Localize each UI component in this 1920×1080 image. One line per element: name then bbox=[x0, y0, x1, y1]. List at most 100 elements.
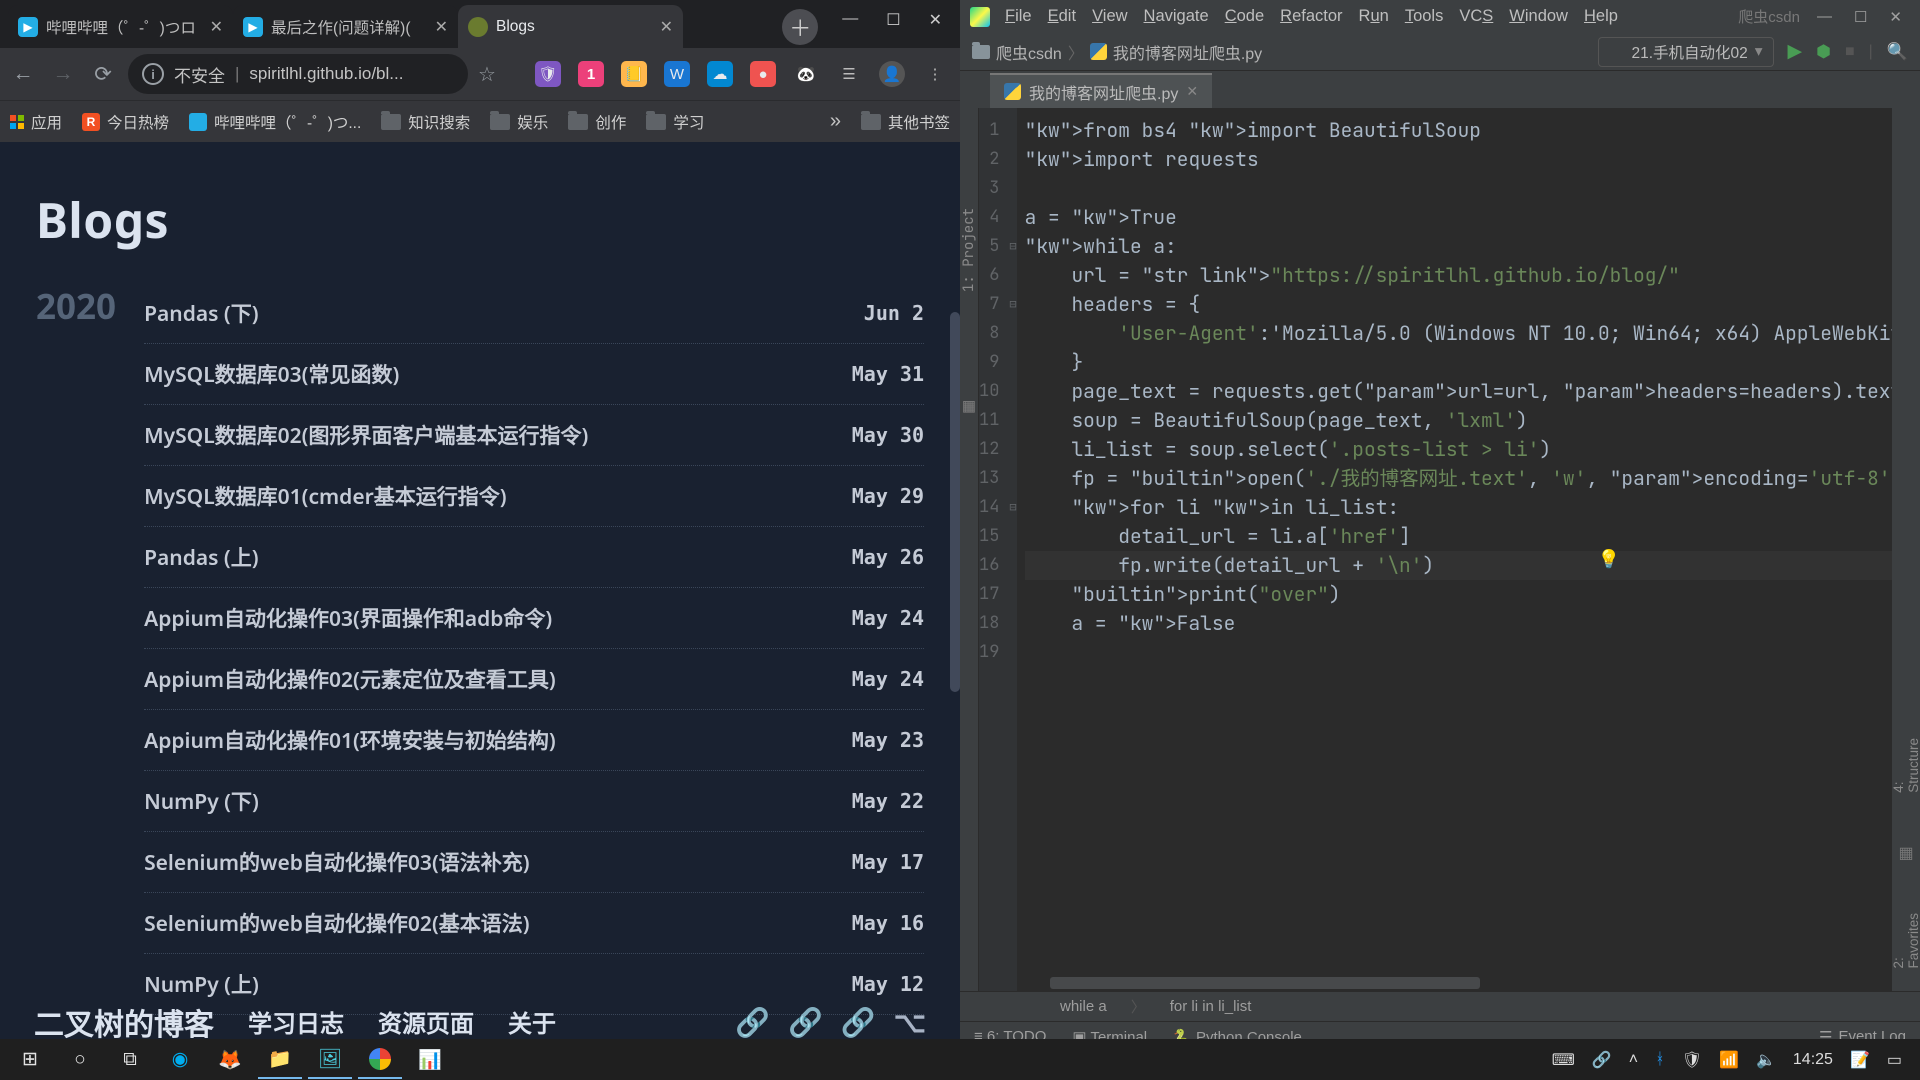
github-icon[interactable]: ⌥ bbox=[894, 1003, 926, 1041]
post-item[interactable]: Appium自动化操作03(界面操作和adb命令)May 24 bbox=[144, 588, 924, 649]
volume-icon[interactable]: 🔈 bbox=[1756, 1050, 1776, 1070]
ext-icon[interactable]: 1 bbox=[578, 61, 604, 87]
site-brand[interactable]: 二叉树的博客 bbox=[34, 1000, 214, 1044]
menu-refactor[interactable]: Refactor bbox=[1280, 7, 1342, 26]
window-maximize-button[interactable]: ☐ bbox=[1854, 8, 1867, 26]
code-area[interactable]: "kw">from bs4 "kw">import BeautifulSoup … bbox=[1017, 108, 1920, 991]
cortana-button[interactable]: ○ bbox=[58, 1040, 102, 1079]
tray-chevron-icon[interactable]: ˄ bbox=[1629, 1051, 1638, 1069]
nav-link[interactable]: 关于 bbox=[508, 1004, 556, 1040]
post-item[interactable]: Selenium的web自动化操作03(语法补充)May 17 bbox=[144, 832, 924, 893]
post-item[interactable]: Pandas (上)May 26 bbox=[144, 527, 924, 588]
taskbar-app[interactable]: 🖼 bbox=[308, 1040, 352, 1079]
ext-icon[interactable]: 🐼 bbox=[793, 61, 819, 87]
window-close-button[interactable]: ✕ bbox=[1889, 8, 1902, 26]
tray-icon[interactable]: ⌨ bbox=[1552, 1050, 1575, 1070]
post-item[interactable]: Appium自动化操作01(环境安装与初始结构)May 23 bbox=[144, 710, 924, 771]
post-item[interactable]: Appium自动化操作02(元素定位及查看工具)May 24 bbox=[144, 649, 924, 710]
window-minimize-button[interactable]: — bbox=[1817, 8, 1832, 26]
new-tab-button[interactable]: ＋ bbox=[782, 9, 818, 45]
menu-edit[interactable]: Edit bbox=[1048, 7, 1076, 26]
menu-navigate[interactable]: Navigate bbox=[1144, 7, 1209, 26]
browser-tab-1[interactable]: ▶ 最后之作(问题详解)( ✕ bbox=[233, 5, 458, 48]
post-item[interactable]: Pandas (下)Jun 2 bbox=[144, 283, 924, 344]
nav-link[interactable]: 资源页面 bbox=[378, 1004, 474, 1040]
bc-node[interactable]: for li in li_list bbox=[1170, 998, 1252, 1015]
bookmark-folder[interactable]: 娱乐 bbox=[490, 111, 548, 133]
ext-icon[interactable]: ● bbox=[750, 61, 776, 87]
bookmark-folder[interactable]: 学习 bbox=[646, 111, 704, 133]
window-maximize-button[interactable]: ☐ bbox=[886, 10, 900, 30]
tool-icon[interactable]: ▦ bbox=[963, 392, 975, 418]
search-everywhere-button[interactable]: 🔍 bbox=[1887, 42, 1908, 62]
bookmark-folder[interactable]: 知识搜索 bbox=[381, 111, 470, 133]
ext-icon[interactable]: ☁ bbox=[707, 61, 733, 87]
menu-vcs[interactable]: VCS bbox=[1459, 7, 1493, 26]
menu-window[interactable]: Window bbox=[1509, 7, 1568, 26]
close-icon[interactable]: ✕ bbox=[660, 17, 673, 37]
tray-icon[interactable]: 📝 bbox=[1850, 1050, 1870, 1070]
nav-link[interactable]: 学习日志 bbox=[248, 1004, 344, 1040]
editor-tab[interactable]: 我的博客网址爬虫.py ✕ bbox=[990, 73, 1212, 108]
debug-button[interactable]: ⬢ bbox=[1816, 42, 1831, 62]
apps-shortcut[interactable]: 应用 bbox=[10, 111, 62, 133]
ext-icon[interactable]: 📒 bbox=[621, 61, 647, 87]
menu-help[interactable]: Help bbox=[1584, 7, 1618, 26]
intention-bulb-icon[interactable]: 💡 bbox=[1598, 548, 1620, 571]
code-editor[interactable]: 1: Project ▦ 123456789101112131415161718… bbox=[960, 108, 1920, 991]
bookmark-item[interactable]: 哔哩哔哩（゜-゜)つ... bbox=[189, 111, 361, 133]
ext-icon[interactable]: 🛡 bbox=[535, 61, 561, 87]
taskbar-app[interactable]: 📊 bbox=[408, 1040, 452, 1079]
menu-run[interactable]: Run bbox=[1359, 7, 1389, 26]
close-icon[interactable]: ✕ bbox=[210, 17, 223, 37]
page-scrollbar[interactable] bbox=[950, 312, 960, 692]
tool-icon[interactable]: ▦ bbox=[1898, 843, 1913, 863]
info-icon[interactable]: i bbox=[142, 63, 164, 85]
link-icon[interactable]: 🔗 bbox=[735, 1003, 770, 1041]
bc-node[interactable]: while a bbox=[1060, 998, 1107, 1015]
project-tool-button[interactable]: 1: Project bbox=[960, 208, 978, 292]
ext-icon[interactable]: W bbox=[664, 61, 690, 87]
link-icon[interactable]: 🔗 bbox=[841, 1003, 876, 1041]
post-item[interactable]: MySQL数据库01(cmder基本运行指令)May 29 bbox=[144, 466, 924, 527]
browser-tab-0[interactable]: ▶ 哔哩哔哩（゜-゜)つロ ✕ bbox=[8, 5, 233, 48]
clock[interactable]: 14:25 bbox=[1793, 1051, 1833, 1069]
close-icon[interactable]: ✕ bbox=[1186, 83, 1198, 100]
taskbar-app[interactable] bbox=[358, 1040, 402, 1079]
taskbar-app[interactable]: ◉ bbox=[158, 1040, 202, 1079]
bookmarks-overflow-button[interactable]: » bbox=[830, 110, 841, 133]
editor-h-scrollbar[interactable] bbox=[1050, 977, 1480, 989]
other-bookmarks[interactable]: 其他书签 bbox=[861, 111, 950, 133]
bookmark-item[interactable]: R今日热榜 bbox=[82, 111, 169, 133]
profile-avatar[interactable]: 👤 bbox=[879, 61, 905, 87]
link-icon[interactable]: 🔗 bbox=[788, 1003, 823, 1041]
window-minimize-button[interactable]: — bbox=[842, 10, 858, 30]
task-view-button[interactable]: ⧉ bbox=[108, 1040, 152, 1079]
structure-tool-button[interactable]: 4: Structure bbox=[1891, 738, 1920, 793]
wifi-icon[interactable]: 📶 bbox=[1719, 1050, 1739, 1070]
taskbar-app[interactable]: 🦊 bbox=[208, 1040, 252, 1079]
post-item[interactable]: NumPy (下)May 22 bbox=[144, 771, 924, 832]
chrome-menu-button[interactable]: ⋮ bbox=[922, 61, 948, 87]
back-button[interactable]: ← bbox=[8, 59, 38, 89]
bookmark-star-button[interactable]: ☆ bbox=[478, 62, 496, 87]
start-button[interactable]: ⊞ bbox=[8, 1040, 52, 1079]
menu-view[interactable]: View bbox=[1092, 7, 1127, 26]
stop-button[interactable]: ■ bbox=[1845, 43, 1855, 61]
close-icon[interactable]: ✕ bbox=[435, 17, 448, 37]
reading-list-icon[interactable]: ☰ bbox=[836, 61, 862, 87]
address-bar[interactable]: i 不安全 | spiritlhl.github.io/bl... bbox=[128, 54, 468, 94]
run-button[interactable]: ▶ bbox=[1788, 40, 1803, 63]
post-item[interactable]: MySQL数据库03(常见函数)May 31 bbox=[144, 344, 924, 405]
action-center-button[interactable]: ▭ bbox=[1887, 1050, 1902, 1070]
run-config-selector[interactable]: 21.手机自动化02 ▾ bbox=[1598, 37, 1773, 67]
forward-button[interactable]: → bbox=[48, 59, 78, 89]
taskbar-app[interactable]: 📁 bbox=[258, 1040, 302, 1079]
menu-code[interactable]: Code bbox=[1225, 7, 1264, 26]
tray-icon[interactable]: 🛡 bbox=[1682, 1050, 1702, 1070]
post-item[interactable]: Selenium的web自动化操作02(基本语法)May 16 bbox=[144, 893, 924, 954]
reload-button[interactable]: ⟳ bbox=[88, 59, 118, 89]
bluetooth-icon[interactable]: ᚼ bbox=[1655, 1051, 1665, 1069]
post-item[interactable]: MySQL数据库02(图形界面客户端基本运行指令)May 30 bbox=[144, 405, 924, 466]
favorites-tool-button[interactable]: 2: Favorites bbox=[1891, 913, 1920, 969]
